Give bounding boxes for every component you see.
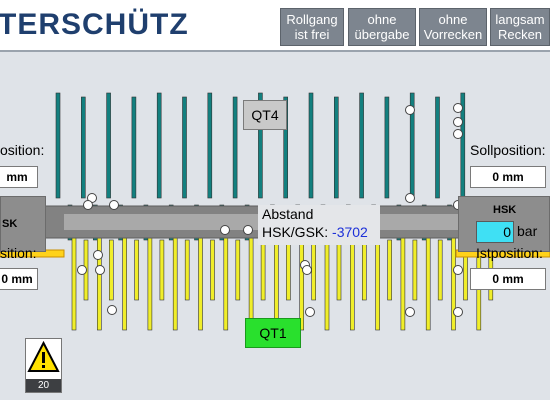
teal-rod	[308, 92, 314, 199]
teal-rod	[207, 92, 213, 199]
yellow-rod	[311, 239, 317, 301]
right-ist-label: Istposition:	[476, 245, 543, 261]
left-ist-label: sition:	[0, 245, 37, 261]
teal-rod	[359, 92, 364, 199]
teal-rod	[333, 96, 339, 199]
teal-rod	[55, 92, 61, 199]
yellow-rod	[223, 229, 229, 331]
left-hsk-label: SK	[2, 218, 18, 230]
yellow-rod	[400, 229, 406, 331]
pressure-unit: bar	[517, 223, 538, 239]
rod-joint	[107, 305, 117, 315]
abstand-label-1: Abstand	[262, 206, 314, 222]
rod-joint	[302, 265, 312, 275]
qt1-button[interactable]: QT1	[245, 318, 301, 348]
yellow-rod	[198, 229, 203, 331]
yellow-rod	[134, 239, 139, 301]
warning-triangle-icon	[27, 340, 60, 372]
yellow-rod	[235, 239, 241, 301]
yellow-rod	[349, 229, 355, 331]
yellow-rod	[437, 239, 443, 301]
teal-rod	[106, 92, 111, 199]
yellow-rod	[260, 239, 266, 301]
rod-joint	[77, 265, 87, 275]
yellow-rod	[412, 239, 418, 301]
left-soll-field[interactable]: mm	[0, 166, 38, 188]
yellow-rod	[147, 229, 153, 331]
qt4-button[interactable]: QT4	[243, 100, 287, 130]
warning-button[interactable]: 20	[25, 338, 62, 393]
yellow-rod	[122, 229, 127, 331]
yellow-rod	[97, 229, 102, 331]
teal-rod	[182, 96, 187, 199]
rod-joint	[405, 105, 415, 115]
yellow-rod	[375, 229, 380, 331]
rod-joint	[405, 307, 415, 317]
rod-joint	[405, 193, 415, 203]
teal-rod	[156, 92, 162, 199]
right-ist-field: 0 mm	[470, 268, 546, 290]
abstand-label-2: HSK/GSK:	[262, 224, 329, 240]
rod-joint	[93, 250, 103, 260]
yellow-rod	[361, 239, 367, 301]
yellow-rod	[387, 239, 392, 301]
teal-rod	[232, 96, 238, 199]
left-soll-label: osition:	[0, 142, 45, 158]
teal-rod	[435, 96, 440, 199]
warning-count: 20	[26, 379, 61, 392]
rod-joint	[83, 200, 93, 210]
teal-rod	[384, 96, 390, 199]
rod-joint	[453, 265, 463, 275]
teal-rod	[131, 96, 137, 199]
yellow-rod	[324, 229, 330, 331]
rod-joint	[243, 225, 253, 235]
rod-joint	[305, 307, 315, 317]
yellow-rod	[286, 239, 291, 301]
rod-joint	[220, 225, 230, 235]
yellow-rod	[248, 229, 254, 331]
right-soll-field[interactable]: 0 mm	[470, 166, 546, 188]
rod-joint	[453, 117, 463, 127]
yellow-rod	[274, 229, 279, 331]
rod-joint	[453, 307, 463, 317]
yellow-rod	[109, 239, 114, 301]
teal-rod	[81, 96, 86, 199]
yellow-rod	[425, 229, 431, 331]
right-hsk-label: HSK	[493, 204, 517, 216]
yellow-rod	[71, 229, 77, 331]
yellow-rod	[299, 229, 305, 331]
yellow-rod	[172, 229, 178, 331]
yellow-rod	[184, 239, 190, 301]
pressure-field: 0	[476, 221, 514, 243]
rod-joint	[453, 103, 463, 113]
rod-joint	[95, 265, 105, 275]
right-soll-label: Sollposition:	[470, 142, 546, 158]
rod-joint	[453, 129, 463, 139]
abstand-display: Abstand HSK/GSK: -3702	[258, 205, 380, 245]
rod-joint	[109, 200, 119, 210]
yellow-rod	[210, 239, 215, 301]
yellow-rod	[159, 239, 165, 301]
abstand-value: -3702	[332, 224, 368, 240]
left-ist-field: 0 mm	[0, 268, 38, 290]
yellow-rod	[336, 239, 342, 301]
